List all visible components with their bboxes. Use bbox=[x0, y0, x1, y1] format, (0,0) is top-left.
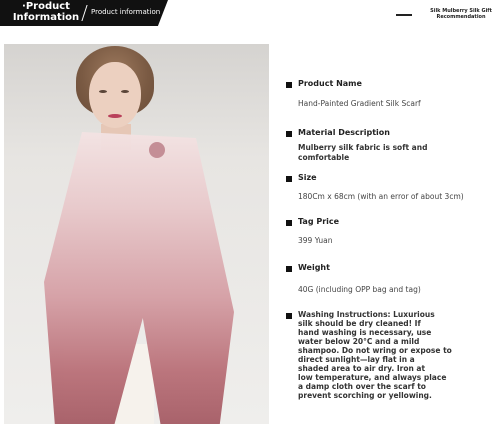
product-name-value: Hand-Painted Gradient Silk Scarf bbox=[298, 99, 421, 108]
model-lips bbox=[108, 114, 122, 118]
material-value-line-1: Mulberry silk fabric is soft and bbox=[298, 143, 428, 152]
bullet-icon bbox=[286, 266, 292, 272]
bullet-icon bbox=[286, 131, 292, 137]
bullet-icon bbox=[286, 82, 292, 88]
header-bar: ·Product Information Product information… bbox=[0, 0, 500, 26]
weight-value: 40G (including OPP bag and tag) bbox=[298, 285, 421, 294]
product-name-label: Product Name bbox=[298, 79, 362, 88]
tag-price-label: Tag Price bbox=[298, 217, 340, 226]
size-label: Size bbox=[298, 173, 317, 182]
header-subtitle: Product information bbox=[91, 8, 161, 16]
model-face bbox=[89, 62, 141, 128]
size-value: 180Cm x 68cm (with an error of about 3cm… bbox=[298, 192, 464, 201]
bullet-icon bbox=[286, 313, 292, 319]
tag-price-value: 399 Yuan bbox=[298, 236, 333, 245]
header-title: ·Product Information bbox=[6, 1, 86, 23]
material-value-line-2: comfortable bbox=[298, 153, 350, 162]
bullet-icon bbox=[286, 220, 292, 226]
scarf-knot bbox=[149, 142, 165, 158]
product-photo bbox=[4, 44, 269, 424]
header-title-line-1: ·Product bbox=[22, 1, 70, 12]
header-title-line-2: Information bbox=[12, 12, 80, 23]
header-right-line-2: Recommendation bbox=[436, 14, 486, 20]
header-dash-decoration bbox=[396, 14, 412, 16]
model-eye-right bbox=[121, 90, 129, 93]
weight-label: Weight bbox=[298, 263, 330, 272]
header-right-caption: Silk Mulberry Silk Gift Recommendation bbox=[428, 8, 494, 20]
material-label: Material Description bbox=[298, 128, 390, 137]
bullet-icon bbox=[286, 176, 292, 182]
model-eye-left bbox=[99, 90, 107, 93]
washing-line-10: prevent scorching or yellowing. bbox=[298, 391, 432, 400]
